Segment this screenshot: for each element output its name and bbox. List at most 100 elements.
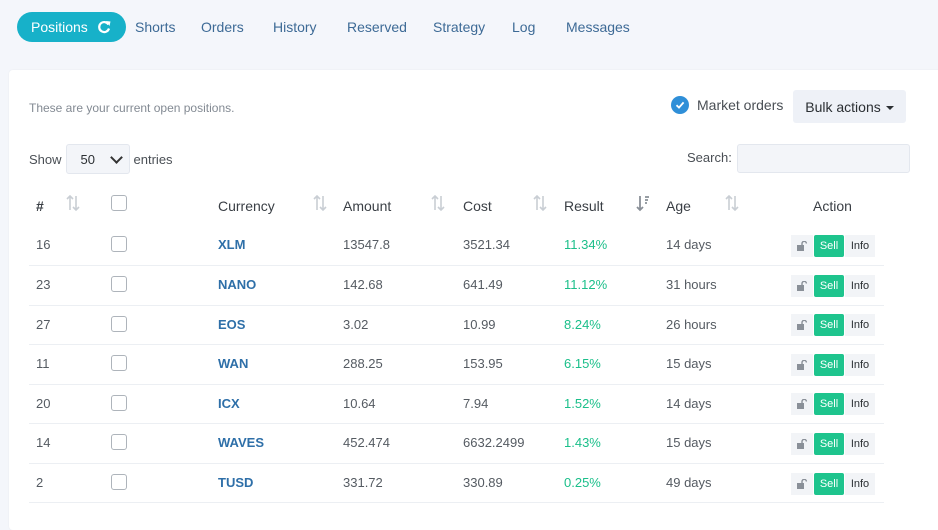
row-checkbox[interactable] <box>111 434 127 450</box>
sort-icon[interactable] <box>533 194 547 212</box>
tab-messages[interactable]: Messages <box>566 17 630 37</box>
info-button[interactable]: Info <box>845 354 875 376</box>
bulk-actions-label: Bulk actions <box>805 98 881 115</box>
tab-history[interactable]: History <box>273 17 317 37</box>
header-id-label: # <box>36 198 44 214</box>
currency-link[interactable]: TUSD <box>218 475 253 490</box>
row-actions: Sell Info <box>791 275 875 297</box>
row-checkbox[interactable] <box>111 474 127 490</box>
row-checkbox[interactable] <box>111 355 127 371</box>
tab-log[interactable]: Log <box>512 17 535 37</box>
result-cell: 0.25% <box>564 475 601 490</box>
lock-icon[interactable] <box>791 275 813 297</box>
market-orders-label: Market orders <box>697 97 784 113</box>
info-button[interactable]: Info <box>845 473 875 495</box>
info-button[interactable]: Info <box>845 275 875 297</box>
currency-link[interactable]: XLM <box>218 237 245 252</box>
entries-length-control: Show 50 entries <box>29 144 173 174</box>
header-result[interactable]: Result <box>564 198 604 214</box>
result-cell: 11.34% <box>564 237 608 252</box>
age-cell: 26 hours <box>666 317 717 332</box>
row-id: 14 <box>36 435 51 450</box>
info-button[interactable]: Info <box>845 433 875 455</box>
result-cell: 6.15% <box>564 356 601 371</box>
lock-icon[interactable] <box>791 473 813 495</box>
sell-button[interactable]: Sell <box>814 354 844 376</box>
lock-icon[interactable] <box>791 235 813 257</box>
row-id: 20 <box>36 396 51 411</box>
checkmark-icon[interactable] <box>671 96 689 114</box>
row-id: 27 <box>36 317 51 332</box>
bulk-actions-button[interactable]: Bulk actions <box>793 90 906 123</box>
header-amount[interactable]: Amount <box>343 198 391 214</box>
entries-value: 50 <box>80 151 95 167</box>
row-divider <box>29 305 884 306</box>
row-checkbox[interactable] <box>111 236 127 252</box>
sell-button[interactable]: Sell <box>814 275 844 297</box>
amount-cell: 3.02 <box>343 317 369 332</box>
search-label: Search: <box>687 150 732 165</box>
tab-shorts[interactable]: Shorts <box>135 17 175 37</box>
header-currency[interactable]: Currency <box>218 198 275 214</box>
tab-reserved[interactable]: Reserved <box>347 17 407 37</box>
currency-link[interactable]: EOS <box>218 317 245 332</box>
refresh-icon[interactable] <box>96 19 112 35</box>
sell-button[interactable]: Sell <box>814 473 844 495</box>
row-divider <box>29 423 884 424</box>
sort-icon[interactable] <box>313 194 327 212</box>
lock-icon[interactable] <box>791 314 813 336</box>
sell-button[interactable]: Sell <box>814 314 844 336</box>
info-button[interactable]: Info <box>845 314 875 336</box>
lock-icon[interactable] <box>791 393 813 415</box>
header-action: Action <box>813 198 852 214</box>
info-button[interactable]: Info <box>845 393 875 415</box>
sort-icon[interactable] <box>431 194 445 212</box>
tab-strategy[interactable]: Strategy <box>433 17 485 37</box>
row-actions: Sell Info <box>791 433 875 455</box>
cost-cell: 6632.2499 <box>463 435 525 450</box>
header-id[interactable]: # <box>36 198 44 214</box>
row-divider <box>29 384 884 385</box>
row-actions: Sell Info <box>791 314 875 336</box>
sell-button[interactable]: Sell <box>814 433 844 455</box>
header-cost[interactable]: Cost <box>463 198 492 214</box>
row-divider <box>29 502 884 503</box>
currency-link[interactable]: ICX <box>218 396 240 411</box>
sell-button[interactable]: Sell <box>814 393 844 415</box>
top-nav: Positions Shorts Orders History Reserved… <box>0 0 938 60</box>
currency-link[interactable]: NANO <box>218 277 256 292</box>
entries-label: entries <box>133 151 173 167</box>
row-checkbox[interactable] <box>111 276 127 292</box>
header-age[interactable]: Age <box>666 198 691 214</box>
sort-icon[interactable] <box>66 194 80 212</box>
currency-link[interactable]: WAVES <box>218 435 264 450</box>
tab-positions[interactable]: Positions <box>17 12 126 42</box>
cost-cell: 641.49 <box>463 277 503 292</box>
result-cell: 1.52% <box>564 396 601 411</box>
amount-cell: 288.25 <box>343 356 383 371</box>
sort-desc-icon[interactable] <box>636 194 650 212</box>
currency-link[interactable]: WAN <box>218 356 248 371</box>
info-button[interactable]: Info <box>845 235 875 257</box>
age-cell: 14 days <box>666 396 712 411</box>
search-input[interactable] <box>737 144 910 173</box>
row-checkbox[interactable] <box>111 316 127 332</box>
sell-button[interactable]: Sell <box>814 235 844 257</box>
row-actions: Sell Info <box>791 473 875 495</box>
select-all-checkbox[interactable] <box>111 195 127 211</box>
market-orders-toggle[interactable]: Market orders <box>671 96 783 114</box>
lock-icon[interactable] <box>791 433 813 455</box>
tab-positions-label: Positions <box>31 19 88 35</box>
entries-select[interactable]: 50 <box>65 144 130 174</box>
row-id: 11 <box>36 356 50 371</box>
sort-icon[interactable] <box>725 194 739 212</box>
row-actions: Sell Info <box>791 235 875 257</box>
cost-cell: 153.95 <box>463 356 503 371</box>
cost-cell: 10.99 <box>463 317 496 332</box>
row-id: 2 <box>36 475 44 490</box>
row-checkbox[interactable] <box>111 395 127 411</box>
lock-icon[interactable] <box>791 354 813 376</box>
row-id: 23 <box>36 277 51 292</box>
amount-cell: 10.64 <box>343 396 376 411</box>
tab-orders[interactable]: Orders <box>201 17 244 37</box>
